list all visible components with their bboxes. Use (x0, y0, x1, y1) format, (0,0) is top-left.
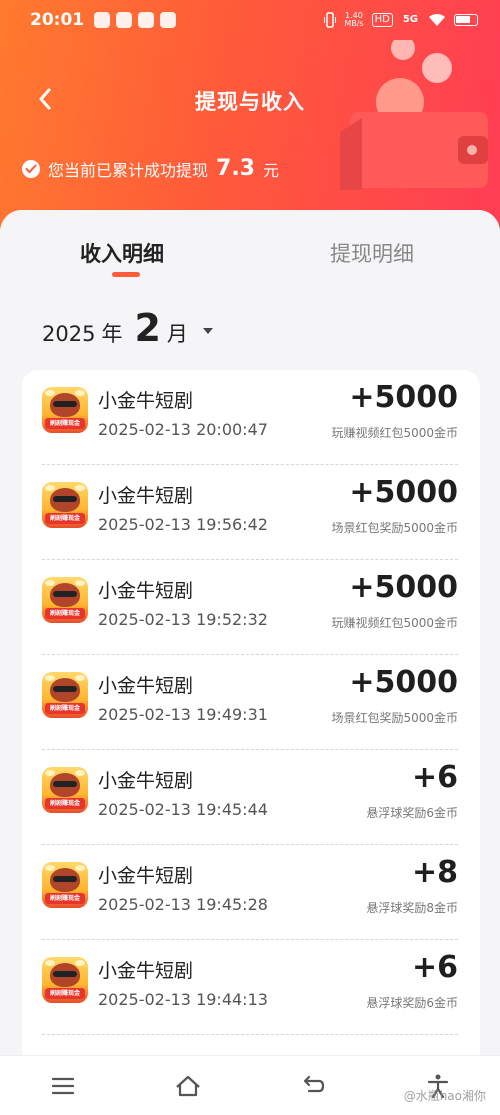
record-amount: +6 (411, 950, 458, 985)
record-time: 2025-02-13 19:56:42 (98, 515, 268, 534)
record-description: 悬浮球奖励8金币 (366, 901, 458, 915)
check-icon (22, 159, 40, 178)
tab-bar: 收入明细 提现明细 (0, 210, 500, 300)
app-icon: 刷剧赚现金 (42, 957, 88, 1003)
back-nav-button[interactable] (293, 1066, 333, 1106)
record-amount: +8 (411, 855, 458, 890)
record-description: 玩赚视频红包5000金币 (331, 616, 458, 630)
month-number: 2 (134, 306, 161, 350)
app-icon-banner: 刷剧赚现金 (45, 418, 85, 429)
notification-app-icon (160, 12, 177, 28)
app-icon-banner: 刷剧赚现金 (45, 798, 85, 809)
notification-app-icon (94, 12, 111, 28)
home-button[interactable] (168, 1066, 208, 1106)
status-indicators: 1.40 MB/s HD 5G (324, 12, 478, 28)
record-app-name: 小金牛短剧 (98, 960, 194, 982)
content-sheet: 收入明细 提现明细 2025 年 2 月 刷剧赚现金 小金牛短剧 2025-02-1… (0, 210, 500, 1115)
hd-badge: HD (371, 13, 393, 27)
app-icon: 刷剧赚现金 (42, 387, 88, 433)
header-banner: 20:01 1.40 MB/s HD 5G 提现与收入 您当前已累计成功提现 7… (0, 0, 500, 240)
tab-active-indicator (112, 272, 140, 277)
app-icon-banner: 刷剧赚现金 (45, 513, 85, 524)
record-app-name: 小金牛短剧 (98, 485, 194, 507)
home-icon (175, 1075, 200, 1096)
tab-withdraw[interactable]: 提现明细 (330, 238, 414, 268)
record-description: 玩赚视频红包5000金币 (331, 426, 458, 440)
wallet-illustration (340, 40, 488, 190)
status-notification-icons (94, 12, 177, 28)
caret-down-icon (202, 328, 213, 334)
record-description: 悬浮球奖励6金币 (366, 996, 458, 1010)
record-description: 场景红包奖励5000金币 (331, 711, 458, 725)
record-amount: +6 (411, 760, 458, 795)
system-nav-bar (0, 1055, 500, 1115)
status-bar: 20:01 1.40 MB/s HD 5G (0, 0, 500, 40)
month-unit: 月 (166, 322, 188, 346)
record-amount: +5000 (349, 665, 458, 700)
record-app-name: 小金牛短剧 (98, 865, 194, 887)
month-selector[interactable]: 2025 年 2 月 (42, 306, 214, 350)
row-divider (42, 1034, 458, 1035)
app-icon-banner: 刷剧赚现金 (45, 608, 85, 619)
network-type: 5G (402, 14, 418, 25)
wifi-icon (429, 13, 445, 26)
total-prefix: 您当前已累计成功提现 (48, 160, 209, 180)
month-year-unit: 年 (101, 322, 123, 346)
menu-icon (51, 1077, 74, 1094)
total-withdraw-line: 您当前已累计成功提现 7.3 元 (22, 156, 279, 181)
menu-button[interactable] (43, 1066, 83, 1106)
app-icon-banner: 刷剧赚现金 (45, 988, 85, 999)
income-record-list: 刷剧赚现金 小金牛短剧 2025-02-13 20:00:47 +5000 玩赚视频红包… (22, 370, 480, 1115)
record-amount: +5000 (349, 380, 458, 415)
record-time: 2025-02-13 19:52:32 (98, 610, 268, 629)
list-item[interactable]: 刷剧赚现金 小金牛短剧 2025-02-13 20:00:47 +5000 玩赚视频红包… (22, 370, 480, 465)
list-item[interactable]: 刷剧赚现金 小金牛短剧 2025-02-13 19:49:31 +5000 场景红包奖励… (22, 655, 480, 750)
battery-icon (454, 14, 478, 26)
list-item[interactable]: 刷剧赚现金 小金牛短剧 2025-02-13 19:45:28 +8 悬浮球奖励8金币 (22, 845, 480, 940)
record-time: 2025-02-13 19:49:31 (98, 705, 268, 724)
record-app-name: 小金牛短剧 (98, 390, 194, 412)
record-description: 场景红包奖励5000金币 (331, 521, 458, 535)
record-app-name: 小金牛短剧 (98, 675, 194, 697)
record-description: 悬浮球奖励6金币 (366, 806, 458, 820)
vibrate-icon (324, 12, 337, 28)
record-time: 2025-02-13 19:44:13 (98, 990, 268, 1009)
record-app-name: 小金牛短剧 (98, 580, 194, 602)
net-speed: 1.40 MB/s (344, 12, 363, 28)
watermark: @水瓶hao湘你 (403, 1089, 486, 1103)
net-speed-unit: MB/s (344, 19, 364, 28)
status-time: 20:01 (30, 10, 85, 30)
record-time: 2025-02-13 19:45:44 (98, 800, 268, 819)
back-icon (303, 1075, 324, 1092)
app-icon: 刷剧赚现金 (42, 482, 88, 528)
list-item[interactable]: 刷剧赚现金 小金牛短剧 2025-02-13 19:56:42 +5000 场景红包奖励… (22, 465, 480, 560)
total-amount: 7.3 (216, 156, 255, 181)
app-icon: 刷剧赚现金 (42, 862, 88, 908)
list-item[interactable]: 刷剧赚现金 小金牛短剧 2025-02-13 19:44:13 +6 悬浮球奖励6金币 (22, 940, 480, 1035)
app-icon: 刷剧赚现金 (42, 767, 88, 813)
record-amount: +5000 (349, 475, 458, 510)
tab-income[interactable]: 收入明细 (80, 238, 164, 268)
notification-app-icon (138, 12, 155, 28)
record-time: 2025-02-13 19:45:28 (98, 895, 268, 914)
app-icon-banner: 刷剧赚现金 (45, 893, 85, 904)
record-amount: +5000 (349, 570, 458, 605)
record-app-name: 小金牛短剧 (98, 770, 194, 792)
month-year: 2025 (42, 322, 96, 346)
record-time: 2025-02-13 20:00:47 (98, 420, 268, 439)
list-item[interactable]: 刷剧赚现金 小金牛短剧 2025-02-13 19:45:44 +6 悬浮球奖励6金币 (22, 750, 480, 845)
total-unit: 元 (263, 160, 280, 180)
notification-app-icon (116, 12, 133, 28)
list-item[interactable]: 刷剧赚现金 小金牛短剧 2025-02-13 19:52:32 +5000 玩赚视频红包… (22, 560, 480, 655)
app-icon: 刷剧赚现金 (42, 672, 88, 718)
app-icon: 刷剧赚现金 (42, 577, 88, 623)
app-icon-banner: 刷剧赚现金 (45, 703, 85, 714)
